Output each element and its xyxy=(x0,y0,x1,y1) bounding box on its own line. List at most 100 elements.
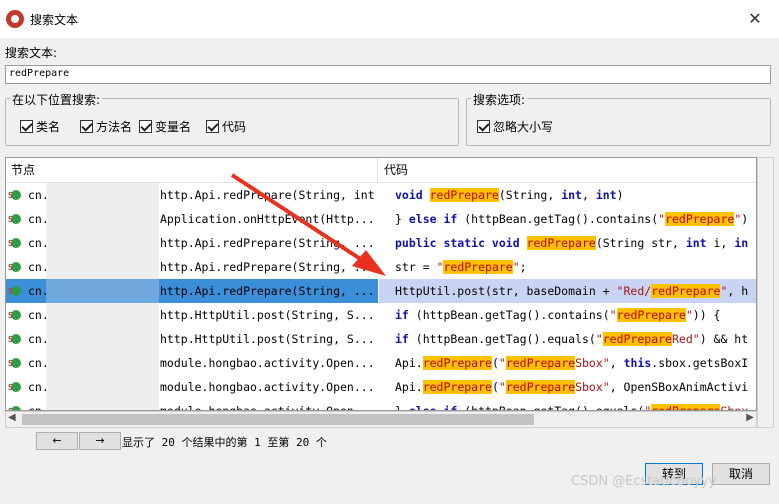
redacted-area xyxy=(46,351,159,375)
checkbox-label: 方法名 xyxy=(96,120,133,134)
table-row[interactable]: cn.Application.onHttpEvent(Http...} else… xyxy=(6,207,756,231)
code-cell[interactable]: if (httpBean.getTag().contains("redPrepa… xyxy=(379,303,756,327)
code-token: " xyxy=(609,308,617,322)
node-cell[interactable]: cn.module.hongbao.activity.Open... xyxy=(6,351,378,375)
checkbox-checked-icon[interactable] xyxy=(206,120,219,133)
options-legend: 搜索选项: xyxy=(471,91,528,108)
checkbox-label: 忽略大小写 xyxy=(493,120,554,134)
code-cell[interactable]: HttpUtil.post(str, baseDomain + "Red/red… xyxy=(379,279,756,303)
title-bar[interactable]: 搜索文本 ✕ xyxy=(0,0,779,38)
results-status: 显示了 20 个结果中的第 1 至第 20 个 xyxy=(122,436,327,449)
vertical-scrollbar[interactable] xyxy=(757,157,774,428)
checkbox-checked-icon[interactable] xyxy=(20,120,33,133)
code-token: Sbox" xyxy=(575,380,610,394)
code-cell[interactable]: if (httpBean.getTag().equals("redPrepare… xyxy=(379,327,756,351)
node-method: http.Api.redPrepare(String, ... xyxy=(160,284,375,298)
code-token: (String, xyxy=(498,188,562,202)
match-highlight: redPrepare xyxy=(526,236,596,250)
redacted-area xyxy=(46,255,159,279)
table-row[interactable]: cn.http.HttpUtil.post(String, S...if (ht… xyxy=(6,303,756,327)
code-token: ) && ht xyxy=(699,332,749,346)
checkbox-label: 变量名 xyxy=(155,120,192,134)
code-token: " xyxy=(595,332,603,346)
search-text-dialog: 搜索文本 ✕ 搜索文本: redPrepare 在以下位置搜索: 类名 方法名 … xyxy=(0,0,779,504)
node-method: http.HttpUtil.post(String, S... xyxy=(160,332,375,346)
table-row[interactable]: cn.http.HttpUtil.post(String, S...if (ht… xyxy=(6,327,756,351)
prev-page-button[interactable]: ← xyxy=(36,432,78,450)
node-method: http.HttpUtil.post(String, S... xyxy=(160,308,375,322)
column-header-code[interactable]: 代码 xyxy=(379,158,756,183)
table-row[interactable]: cn.module.hongbao.activity.Open...} else… xyxy=(6,399,756,411)
method-icon xyxy=(8,208,21,231)
checkbox-checked-icon[interactable] xyxy=(477,120,490,133)
checkbox-label: 类名 xyxy=(36,120,61,134)
table-row[interactable]: cn.module.hongbao.activity.Open...Api.re… xyxy=(6,351,756,375)
node-cell[interactable]: cn.module.hongbao.activity.Open... xyxy=(6,399,378,410)
search-input[interactable]: redPrepare xyxy=(5,65,771,84)
code-cell[interactable]: str = "redPrepare"; xyxy=(379,255,756,279)
method-icon xyxy=(8,304,21,327)
column-header-node[interactable]: 节点 xyxy=(6,158,378,183)
table-row[interactable]: cn.module.hongbao.activity.Open...Api.re… xyxy=(6,375,756,399)
node-cell[interactable]: cn.http.Api.redPrepare(String, ... xyxy=(6,231,378,255)
checkbox-code[interactable]: 代码 xyxy=(206,118,246,135)
code-token: (httpBean.getTag().contains( xyxy=(457,212,659,226)
code-cell[interactable]: public static void redPrepare(String str… xyxy=(379,231,756,255)
table-row[interactable]: cn.http.Api.redPrepare(String, ...str = … xyxy=(6,255,756,279)
checkbox-class-name[interactable]: 类名 xyxy=(20,118,60,135)
search-location-group: 在以下位置搜索: 类名 方法名 变量名 代码 xyxy=(5,91,459,146)
search-options-group: 搜索选项: 忽略大小写 xyxy=(466,91,771,146)
table-row[interactable]: cn.http.Api.redPrepare(String, ...HttpUt… xyxy=(6,279,756,303)
close-icon[interactable]: ✕ xyxy=(745,9,765,29)
code-token: ( xyxy=(491,356,499,370)
code-token: .sbox.getsBoxI xyxy=(651,356,749,370)
node-method: http.Api.redPrepare(String, ... xyxy=(160,236,375,250)
code-token: int xyxy=(561,188,582,202)
code-cell[interactable]: Api.redPrepare("redPrepareSbox", OpenSBo… xyxy=(379,375,756,399)
checkbox-ignore-case[interactable]: 忽略大小写 xyxy=(477,118,553,135)
scroll-right-icon[interactable]: ▶ xyxy=(746,412,754,423)
code-token: ; xyxy=(519,260,527,274)
scroll-thumb[interactable] xyxy=(22,414,534,425)
node-cell[interactable]: cn.http.HttpUtil.post(String, S... xyxy=(6,327,378,351)
code-token: Api. xyxy=(395,356,423,370)
table-row[interactable]: cn.http.Api.redPrepare(String, ...public… xyxy=(6,231,756,255)
node-cell[interactable]: cn.Application.onHttpEvent(Http... xyxy=(6,207,378,231)
match-highlight: redPrepare xyxy=(651,284,721,298)
node-method: http.Api.redPrepare(String, ... xyxy=(160,260,375,274)
code-token: i, xyxy=(706,236,735,250)
redacted-area xyxy=(46,399,159,410)
checkbox-variable-name[interactable]: 变量名 xyxy=(139,118,191,135)
node-cell[interactable]: cn.http.Api.redPrepare(String, ... xyxy=(6,279,378,303)
table-row[interactable]: cn.http.Api.redPrepare(String, intvoid r… xyxy=(6,183,756,207)
next-page-button[interactable]: → xyxy=(79,432,121,450)
checkbox-method-name[interactable]: 方法名 xyxy=(80,118,132,135)
code-token: (String str, xyxy=(595,236,686,250)
horizontal-scrollbar[interactable]: ◀ ▶ xyxy=(5,411,757,428)
node-method: http.Api.redPrepare(String, int xyxy=(160,188,375,202)
code-token: (httpBean.getTag().contains( xyxy=(408,308,610,322)
match-highlight: redPrepare xyxy=(443,260,513,274)
node-cell[interactable]: cn.http.HttpUtil.post(String, S... xyxy=(6,303,378,327)
search-label: 搜索文本: xyxy=(5,46,58,60)
code-cell[interactable]: } else if (httpBean.getTag().contains("r… xyxy=(379,207,756,231)
method-icon xyxy=(8,184,21,207)
cancel-button[interactable]: 取消 xyxy=(712,463,770,485)
node-cell[interactable]: cn.http.Api.redPrepare(String, int xyxy=(6,183,378,207)
node-cell[interactable]: cn.module.hongbao.activity.Open... xyxy=(6,375,378,399)
code-token: (httpBean.getTag().equals( xyxy=(457,404,645,411)
code-cell[interactable]: } else if (httpBean.getTag().equals("red… xyxy=(379,399,756,411)
code-cell[interactable]: Api.redPrepare("redPrepareSbox", this.sb… xyxy=(379,351,756,375)
match-highlight: redPrepare xyxy=(422,380,492,394)
checkbox-label: 代码 xyxy=(222,120,247,134)
node-method: Application.onHttpEvent(Http... xyxy=(160,212,375,226)
checkbox-checked-icon[interactable] xyxy=(80,120,93,133)
code-token: this xyxy=(623,356,652,370)
node-cell[interactable]: cn.http.Api.redPrepare(String, ... xyxy=(6,255,378,279)
code-cell[interactable]: void redPrepare(String, int, int) xyxy=(379,183,756,207)
redacted-area xyxy=(46,207,159,231)
scroll-left-icon[interactable]: ◀ xyxy=(8,412,16,423)
checkbox-checked-icon[interactable] xyxy=(139,120,152,133)
match-highlight: redPrepare xyxy=(505,380,576,394)
code-token: , OpenSBoxAnimActivi xyxy=(609,380,749,394)
